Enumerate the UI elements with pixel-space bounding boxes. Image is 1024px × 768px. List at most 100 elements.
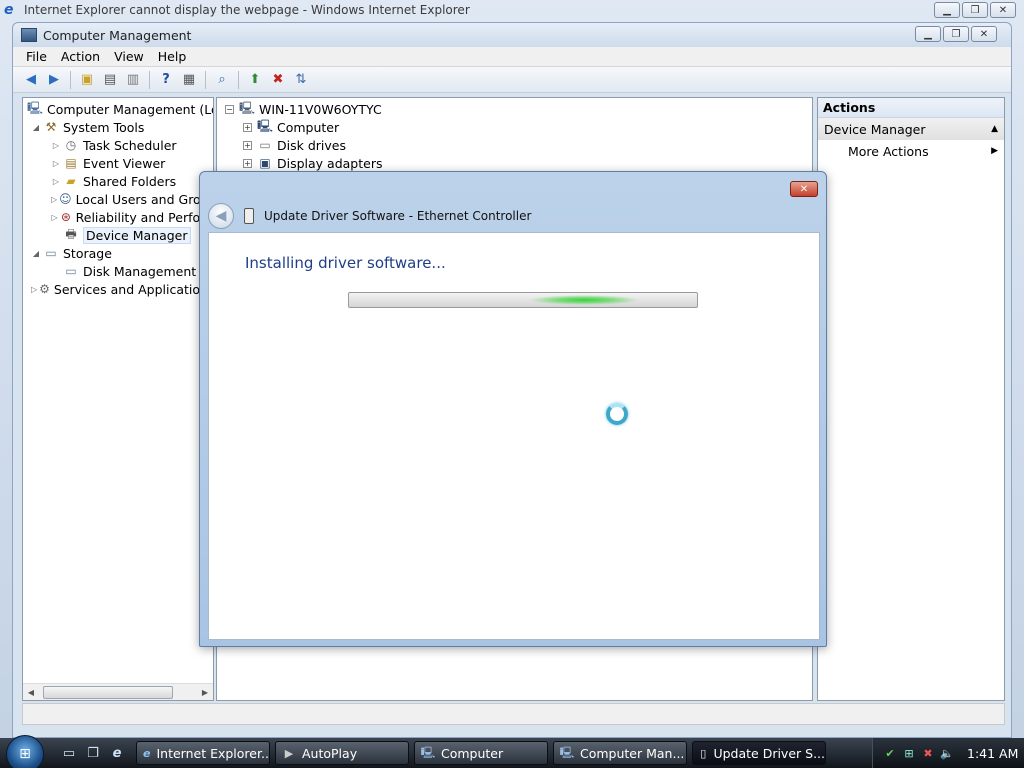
show-hide-tree-icon[interactable]: ▤ <box>100 70 120 90</box>
taskbar-button-label: Update Driver S... <box>713 745 825 761</box>
collapsed-arrow-icon[interactable]: ▷ <box>31 285 37 294</box>
collapsed-arrow-icon[interactable]: ▷ <box>51 195 57 204</box>
menu-file[interactable]: File <box>19 49 54 64</box>
tree-item-label: Event Viewer <box>83 155 166 171</box>
installing-status-text: Installing driver software... <box>245 254 446 272</box>
taskbar-button-update-driver[interactable]: ▯ Update Driver S... <box>692 741 826 765</box>
tree-item-system-tools[interactable]: ◢ ⚒ System Tools <box>23 118 213 136</box>
switch-windows-icon[interactable]: ❐ <box>84 744 102 762</box>
status-bar <box>22 703 1005 725</box>
help-icon[interactable]: ? <box>156 70 176 90</box>
ie-window-title: Internet Explorer cannot display the web… <box>24 3 470 17</box>
tree-item-device-manager[interactable]: 🖶 Device Manager <box>23 226 213 244</box>
expanded-arrow-icon[interactable]: ◢ <box>31 249 41 258</box>
expand-icon[interactable]: + <box>243 158 252 168</box>
more-actions-label: More Actions <box>848 143 929 159</box>
more-actions-item[interactable]: More Actions ▶ <box>818 140 1004 162</box>
ie-icon[interactable]: e <box>108 744 126 762</box>
collapse-up-icon[interactable]: ▲ <box>991 124 998 134</box>
tree-item-label: Shared Folders <box>83 173 177 189</box>
tree-item-label: Computer Management (Local <box>47 101 213 117</box>
properties-icon[interactable]: ▦ <box>179 70 199 90</box>
computer-management-icon: 🖳 <box>27 100 44 115</box>
computer-icon: 🖳 <box>239 100 256 115</box>
taskbar-button-computer-management[interactable]: 🖳 Computer Man... <box>553 741 687 765</box>
up-folder-icon[interactable]: ▣ <box>77 70 97 90</box>
tree-item-disk-management[interactable]: ▭ Disk Management <box>23 262 213 280</box>
tree-item-services[interactable]: ▷ ⚙ Services and Applications <box>23 280 213 298</box>
menu-action[interactable]: Action <box>54 49 107 64</box>
minimize-button[interactable]: ▁ <box>915 26 941 42</box>
network-icon[interactable]: ✖ <box>921 746 935 760</box>
expand-icon[interactable]: + <box>243 122 252 132</box>
restore-button[interactable]: ❐ <box>962 2 988 18</box>
tree-item-reliability[interactable]: ▷ ⊛ Reliability and Perforn <box>23 208 214 226</box>
collapsed-arrow-icon[interactable]: ▷ <box>51 177 61 186</box>
collapsed-arrow-icon[interactable]: ▷ <box>51 141 61 150</box>
horizontal-scrollbar[interactable]: ◀ ▶ <box>23 683 213 700</box>
driver-icon: ▯ <box>700 746 707 760</box>
progress-glow <box>529 295 639 305</box>
security-center-icon[interactable]: ✔ <box>883 746 897 760</box>
taskbar-button-ie[interactable]: e Internet Explorer... <box>136 741 270 765</box>
disable-device-icon[interactable]: ⇅ <box>291 70 311 90</box>
restore-button[interactable]: ❐ <box>943 26 969 42</box>
close-button[interactable]: ✕ <box>971 26 997 42</box>
back-arrow-icon[interactable]: ◀ <box>21 70 41 90</box>
tree-item-root[interactable]: 🖳 Computer Management (Local <box>23 100 213 118</box>
tree-item-local-users[interactable]: ▷ ☺ Local Users and Group <box>23 190 213 208</box>
menu-view[interactable]: View <box>107 49 151 64</box>
forward-arrow-icon[interactable]: ▶ <box>44 70 64 90</box>
computer-icon: 🖳 <box>257 118 274 133</box>
shared-folders-icon: ▰ <box>66 174 76 188</box>
scroll-thumb[interactable] <box>43 685 173 699</box>
dialog-body: Installing driver software... <box>208 232 820 640</box>
collapsed-arrow-icon[interactable]: ▷ <box>51 213 58 222</box>
tree-item-label: Services and Applications <box>53 281 214 297</box>
taskbar-button-label: Computer <box>441 745 504 761</box>
actions-section-device-manager[interactable]: Device Manager ▲ <box>818 118 1004 140</box>
scroll-left-icon[interactable]: ◀ <box>23 688 39 697</box>
autoplay-icon: ▶ <box>284 746 294 760</box>
taskbar-button-computer[interactable]: 🖳 Computer <box>414 741 548 765</box>
tree-item-event-viewer[interactable]: ▷ ▤ Event Viewer <box>23 154 213 172</box>
tree-item-shared-folders[interactable]: ▷ ▰ Shared Folders <box>23 172 213 190</box>
submenu-arrow-icon: ▶ <box>991 146 998 156</box>
tree-item-storage[interactable]: ◢ ▭ Storage <box>23 244 213 262</box>
collapse-icon[interactable]: − <box>225 104 234 114</box>
expanded-arrow-icon[interactable]: ◢ <box>31 123 41 132</box>
close-button[interactable]: ✕ <box>990 2 1016 18</box>
uninstall-icon[interactable]: ✖ <box>268 70 288 90</box>
taskbar-button-autoplay[interactable]: ▶ AutoPlay <box>275 741 409 765</box>
device-item-display-adapters[interactable]: + ▣ Display adapters <box>217 154 812 172</box>
dialog-close-button[interactable]: ✕ <box>790 181 818 197</box>
ie-titlebar[interactable]: e Internet Explorer cannot display the w… <box>0 0 1024 20</box>
tree-item-task-scheduler[interactable]: ▷ ◷ Task Scheduler <box>23 136 213 154</box>
toolbar: ◀ ▶ ▣ ▤ ▥ ? ▦ ⌕ ⬆ ✖ ⇅ <box>13 67 1011 93</box>
display-adapter-icon: ▣ <box>259 156 271 170</box>
tree-item-label: Disk Management <box>83 263 197 279</box>
device-item-disk-drives[interactable]: + ▭ Disk drives <box>217 136 812 154</box>
cm-titlebar[interactable]: Computer Management <box>13 23 1011 47</box>
expand-icon[interactable]: + <box>243 140 252 150</box>
show-desktop-icon[interactable]: ▭ <box>60 744 78 762</box>
volume-icon[interactable]: 🔈 <box>940 746 954 760</box>
export-list-icon[interactable]: ▥ <box>123 70 143 90</box>
usb-device-icon <box>244 208 254 224</box>
scroll-right-icon[interactable]: ▶ <box>197 688 213 697</box>
update-driver-icon[interactable]: ⬆ <box>245 70 265 90</box>
collapsed-arrow-icon[interactable]: ▷ <box>51 159 61 168</box>
tree-item-label: System Tools <box>63 119 145 135</box>
back-button[interactable]: ◀ <box>208 203 234 229</box>
menu-help[interactable]: Help <box>151 49 194 64</box>
minimize-button[interactable]: ▁ <box>934 2 960 18</box>
device-root[interactable]: − 🖳 WIN-11V0W6OYTYC <box>217 100 812 118</box>
clock[interactable]: 1:41 AM <box>967 746 1018 761</box>
scan-hardware-icon[interactable]: ⌕ <box>212 70 232 90</box>
toolbar-separator <box>70 70 71 89</box>
actions-pane: Actions Device Manager ▲ More Actions ▶ <box>817 97 1005 701</box>
windows-flag-icon[interactable]: ⊞ <box>902 746 916 760</box>
ie-window-controls: ▁ ❐ ✕ <box>934 2 1016 18</box>
start-button[interactable]: ⊞ <box>6 735 44 768</box>
device-item-computer[interactable]: + 🖳 Computer <box>217 118 812 136</box>
